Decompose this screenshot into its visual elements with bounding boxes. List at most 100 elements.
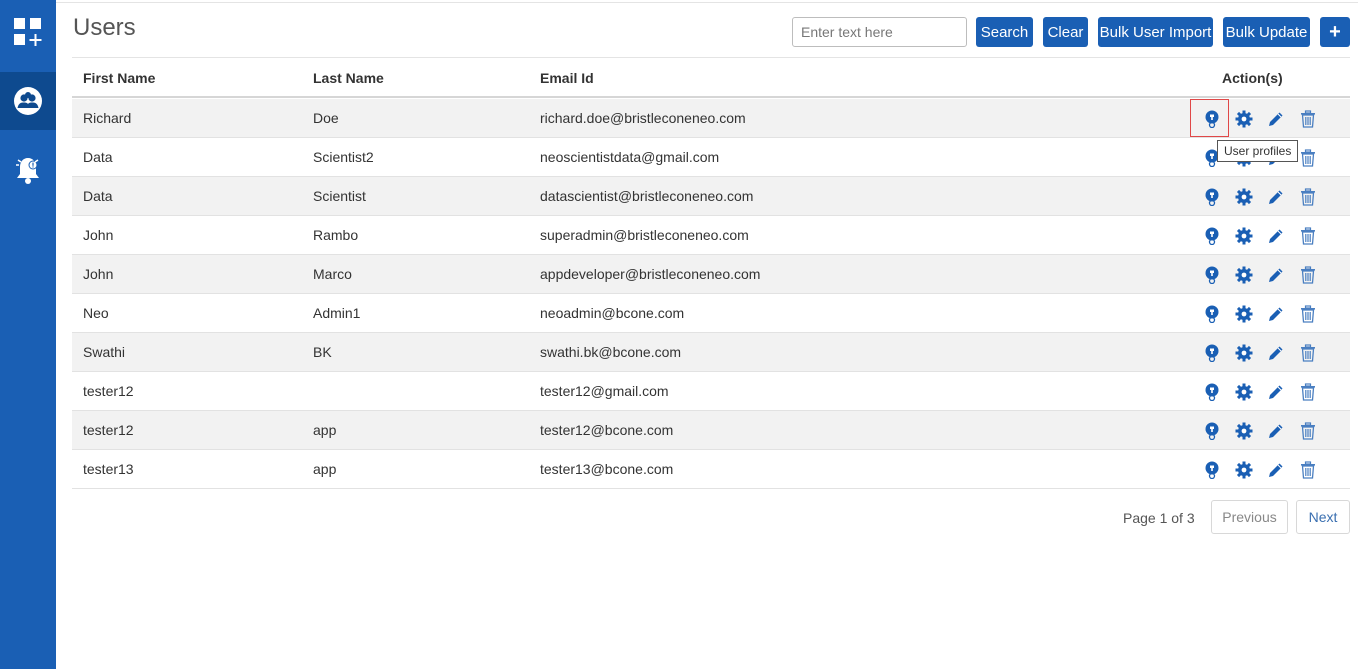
email-cell: tester12@gmail.com <box>540 383 669 399</box>
add-user-button[interactable]: + <box>1320 17 1350 47</box>
column-header-first-name: First Name <box>83 70 156 86</box>
email-cell: richard.doe@bristleconeneo.com <box>540 110 746 126</box>
delete-button[interactable] <box>1297 225 1319 247</box>
settings-button[interactable] <box>1233 459 1255 481</box>
settings-gear-icon <box>1235 305 1253 323</box>
email-cell: swathi.bk@bcone.com <box>540 344 682 360</box>
bulk-update-button[interactable]: Bulk Update <box>1223 17 1310 47</box>
view-profiles-button[interactable] <box>1201 108 1223 130</box>
view-profiles-button[interactable] <box>1201 342 1223 364</box>
app: Users Search Clear Bulk User Import Bulk… <box>0 0 1358 669</box>
edit-button[interactable] <box>1265 342 1287 364</box>
settings-button[interactable] <box>1233 381 1255 403</box>
table-body: Richard Doe richard.doe@bristleconeneo.com… <box>72 99 1350 489</box>
top-divider <box>56 2 1358 3</box>
row-actions <box>1187 450 1327 489</box>
last-name-cell: Admin1 <box>313 305 361 321</box>
sidebar-item-notifications[interactable] <box>0 141 56 199</box>
edit-button[interactable] <box>1265 225 1287 247</box>
view-profiles-button[interactable] <box>1201 420 1223 442</box>
next-page-button[interactable]: Next <box>1296 500 1350 534</box>
delete-button[interactable] <box>1297 147 1319 169</box>
last-name-cell: Scientist2 <box>313 149 374 165</box>
row-actions <box>1187 99 1327 138</box>
delete-trash-icon <box>1300 266 1316 284</box>
table-row: tester12 tester12@gmail.com <box>72 372 1350 411</box>
bulk-user-import-button[interactable]: Bulk User Import <box>1098 17 1213 47</box>
edit-button[interactable] <box>1265 420 1287 442</box>
delete-button[interactable] <box>1297 381 1319 403</box>
edit-button[interactable] <box>1265 459 1287 481</box>
search-input[interactable] <box>792 17 967 47</box>
last-name-cell: app <box>313 422 337 438</box>
settings-button[interactable] <box>1233 420 1255 442</box>
delete-trash-icon <box>1300 188 1316 206</box>
delete-trash-icon <box>1300 149 1316 167</box>
delete-button[interactable] <box>1297 108 1319 130</box>
edit-button[interactable] <box>1265 108 1287 130</box>
view-profiles-button[interactable] <box>1201 381 1223 403</box>
delete-trash-icon <box>1300 305 1316 323</box>
settings-button[interactable] <box>1233 303 1255 325</box>
sidebar-item-apps[interactable] <box>0 3 56 61</box>
delete-button[interactable] <box>1297 459 1319 481</box>
settings-button[interactable] <box>1233 186 1255 208</box>
row-actions <box>1187 216 1327 255</box>
delete-button[interactable] <box>1297 186 1319 208</box>
first-name-cell: Richard <box>83 110 132 126</box>
sidebar <box>0 0 56 669</box>
clear-button[interactable]: Clear <box>1043 17 1088 47</box>
search-button[interactable]: Search <box>976 17 1033 47</box>
settings-button[interactable] <box>1233 264 1255 286</box>
column-header-actions: Action(s) <box>1222 70 1283 86</box>
edit-button[interactable] <box>1265 303 1287 325</box>
row-actions <box>1187 333 1327 372</box>
table-row: John Rambo superadmin@bristleconeneo.com <box>72 216 1350 255</box>
email-cell: neoscientistdata@gmail.com <box>540 149 720 165</box>
first-name-cell: Swathi <box>83 344 126 360</box>
edit-button[interactable] <box>1265 186 1287 208</box>
email-cell: neoadmin@bcone.com <box>540 305 685 321</box>
edit-pencil-icon <box>1267 422 1285 440</box>
settings-gear-icon <box>1235 461 1253 479</box>
last-name-cell: app <box>313 461 337 477</box>
edit-button[interactable] <box>1265 381 1287 403</box>
delete-trash-icon <box>1300 110 1316 128</box>
table-row: tester12 app tester12@bcone.com <box>72 411 1350 450</box>
view-profiles-button[interactable] <box>1201 303 1223 325</box>
delete-trash-icon <box>1300 383 1316 401</box>
user-profile-icon <box>1204 461 1220 479</box>
row-actions <box>1187 294 1327 333</box>
view-profiles-button[interactable] <box>1201 264 1223 286</box>
first-name-cell: tester12 <box>83 422 134 438</box>
settings-button[interactable] <box>1233 108 1255 130</box>
table-row: Data Scientist2 neoscientistdata@gmail.com <box>72 138 1350 177</box>
row-actions <box>1187 177 1327 216</box>
plus-icon: + <box>1329 20 1341 43</box>
first-name-cell: tester12 <box>83 383 134 399</box>
view-profiles-button[interactable] <box>1201 186 1223 208</box>
edit-pencil-icon <box>1267 305 1285 323</box>
view-profiles-button[interactable] <box>1201 225 1223 247</box>
delete-trash-icon <box>1300 227 1316 245</box>
sidebar-item-users[interactable] <box>0 72 56 130</box>
email-cell: appdeveloper@bristleconeneo.com <box>540 266 761 282</box>
settings-button[interactable] <box>1233 342 1255 364</box>
settings-gear-icon <box>1235 422 1253 440</box>
page-info: Page 1 of 3 <box>1123 510 1195 526</box>
delete-button[interactable] <box>1297 342 1319 364</box>
delete-trash-icon <box>1300 344 1316 362</box>
settings-button[interactable] <box>1233 225 1255 247</box>
delete-button[interactable] <box>1297 264 1319 286</box>
delete-button[interactable] <box>1297 303 1319 325</box>
delete-button[interactable] <box>1297 420 1319 442</box>
edit-button[interactable] <box>1265 264 1287 286</box>
page-title: Users <box>73 14 136 41</box>
header-divider <box>72 57 1350 58</box>
edit-pencil-icon <box>1267 266 1285 284</box>
previous-page-button[interactable]: Previous <box>1211 500 1288 534</box>
table-row: Neo Admin1 neoadmin@bcone.com <box>72 294 1350 333</box>
edit-pencil-icon <box>1267 188 1285 206</box>
user-profile-icon <box>1204 266 1220 284</box>
view-profiles-button[interactable] <box>1201 459 1223 481</box>
